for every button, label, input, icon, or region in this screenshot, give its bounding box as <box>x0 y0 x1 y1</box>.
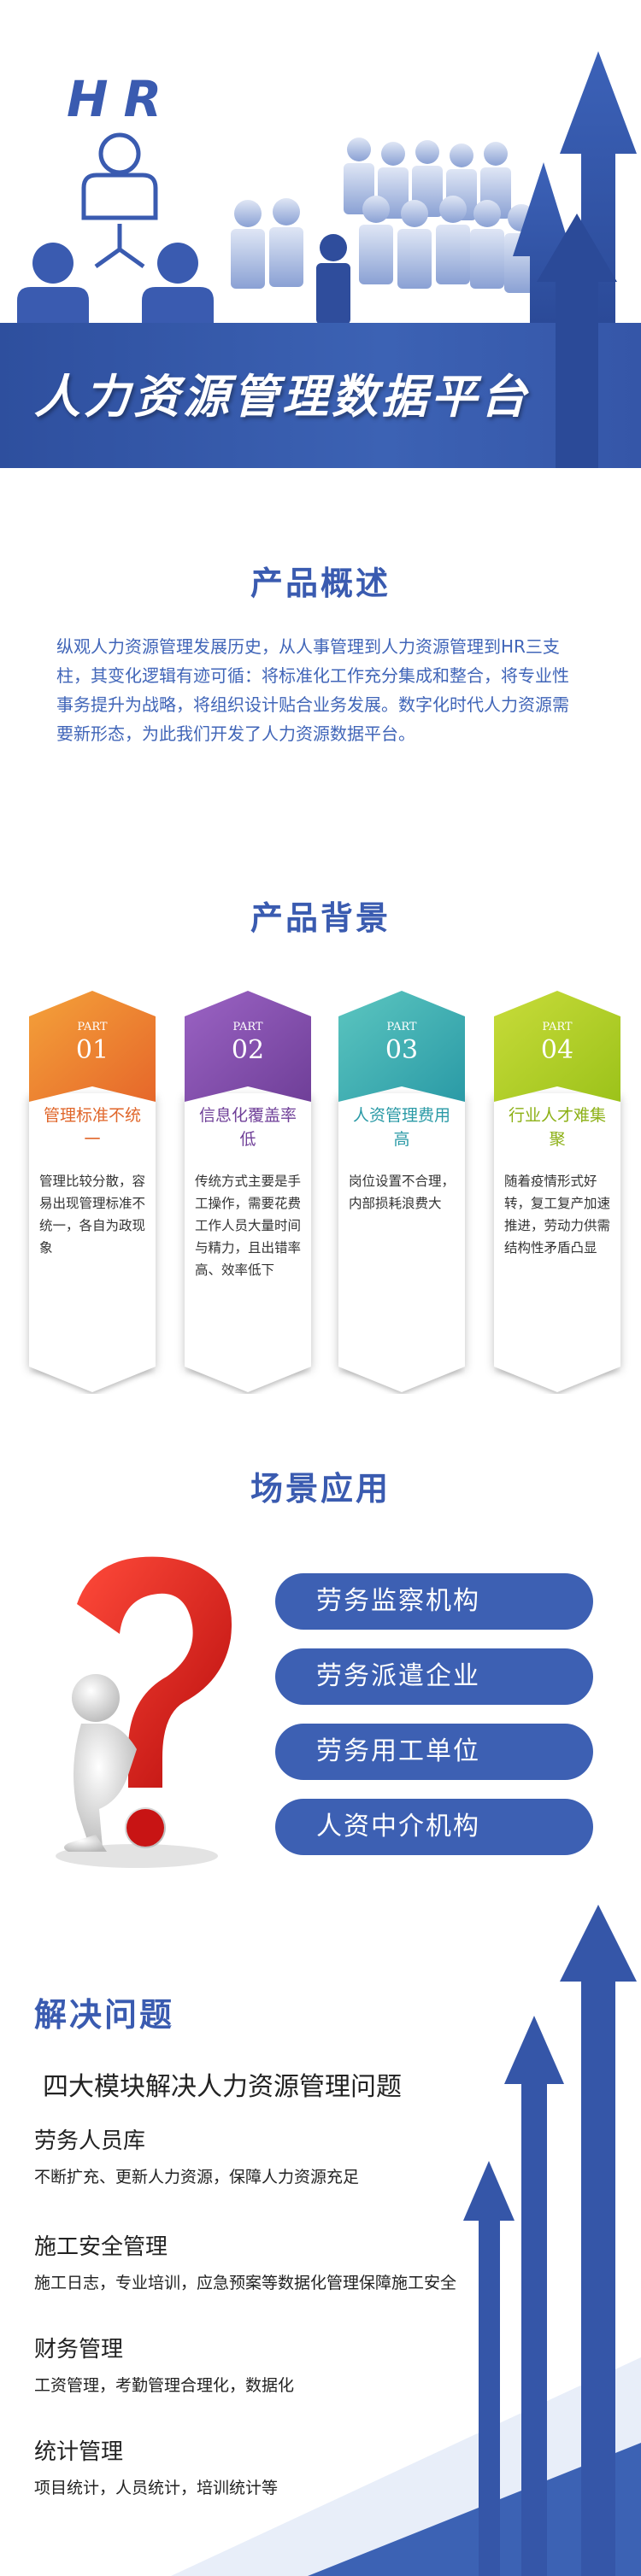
module-title: 劳务人员库 <box>34 2128 146 2154</box>
card-number: 04 <box>540 1035 574 1065</box>
page-title: 人力资源管理数据平台 <box>34 370 530 424</box>
card-body: 行业人才难集聚 随着疫情形式好转，复工复产加速推进，劳动力供需结构性矛盾凸显 <box>494 1093 620 1367</box>
module-desc: 项目统计，人员统计，培训统计等 <box>34 2479 279 2497</box>
overview-text: 纵观人力资源管理发展历史，从人事管理到人力资源管理到HR三支柱，其变化逻辑有迹可… <box>56 636 569 744</box>
card-title: 行业人才难集聚 <box>508 1106 606 1149</box>
module-title: 财务管理 <box>34 2337 124 2362</box>
card-desc: 管理比较分散，容易出现管理标准不统一，各自为政现象 <box>39 1174 146 1256</box>
module-desc: 工资管理，考勤管理合理化，数据化 <box>34 2376 295 2395</box>
hr-logo-text: HR <box>67 70 178 128</box>
card-body: 信息化覆盖率低 传统方式主要是手工操作，需要花费工作人员大量时间与精力，且出错率… <box>185 1093 311 1367</box>
card-title: 信息化覆盖率低 <box>198 1106 297 1149</box>
background-card: 行业人才难集聚 随着疫情形式好转，复工复产加速推进，劳动力供需结构性矛盾凸显 P… <box>494 991 620 1392</box>
background-card: 管理标准不统一 管理比较分散，容易出现管理标准不统一，各自为政现象 PART 0… <box>29 991 156 1392</box>
card-tail <box>29 1367 156 1392</box>
background-card: 人资管理费用高 岗位设置不合理，内部损耗浪费大 PART 03 <box>338 991 465 1392</box>
card-tail <box>185 1367 311 1392</box>
module-desc: 不断扩充、更新人力资源，保障人力资源充足 <box>34 2168 360 2187</box>
card-number: 03 <box>385 1035 419 1065</box>
scene-pill: 人资中介机构 <box>275 1799 593 1855</box>
module-title: 施工安全管理 <box>34 2234 168 2260</box>
overview-title: 产品概述 <box>250 565 391 602</box>
card-tail <box>338 1367 465 1392</box>
module-title: 统计管理 <box>34 2439 124 2465</box>
scene-pill: 劳务派遣企业 <box>275 1648 593 1705</box>
card-number: 01 <box>75 1035 109 1065</box>
hero-banner: HR 人力资源管理数据平台 <box>0 0 641 468</box>
question-mark-person-icon <box>56 1556 232 1868</box>
card-number: 02 <box>231 1035 265 1065</box>
scene-pill: 劳务监察机构 <box>275 1573 593 1630</box>
card-title: 管理标准不统一 <box>43 1106 141 1149</box>
card-tail <box>494 1367 620 1392</box>
background-card: 信息化覆盖率低 传统方式主要是手工操作，需要花费工作人员大量时间与精力，且出错率… <box>185 991 311 1392</box>
module-desc: 施工日志，专业培训，应急预案等数据化管理保障施工安全 <box>34 2274 457 2292</box>
card-body: 人资管理费用高 岗位设置不合理，内部损耗浪费大 <box>338 1093 465 1367</box>
card-part-label: PART <box>386 1021 417 1033</box>
background-title: 产品背景 <box>250 899 391 937</box>
card-desc: 随着疫情形式好转，复工复产加速推进，劳动力供需结构性矛盾凸显 <box>504 1174 611 1256</box>
solve-title: 解决问题 <box>34 1996 175 2034</box>
card-title: 人资管理费用高 <box>352 1106 450 1149</box>
solve-arrows-bg <box>171 1905 641 2576</box>
card-part-label: PART <box>542 1021 573 1033</box>
scene-pill: 劳务用工单位 <box>275 1724 593 1780</box>
card-body: 管理标准不统一 管理比较分散，容易出现管理标准不统一，各自为政现象 <box>29 1093 156 1367</box>
solve-subtitle: 四大模块解决人力资源管理问题 <box>43 2072 402 2102</box>
card-desc: 传统方式主要是手工操作，需要花费工作人员大量时间与精力，且出错率高、效率低下 <box>195 1174 302 1278</box>
card-part-label: PART <box>232 1021 263 1033</box>
scenes-title: 场景应用 <box>250 1470 391 1508</box>
card-part-label: PART <box>77 1021 108 1033</box>
card-desc: 岗位设置不合理，内部损耗浪费大 <box>349 1174 456 1211</box>
